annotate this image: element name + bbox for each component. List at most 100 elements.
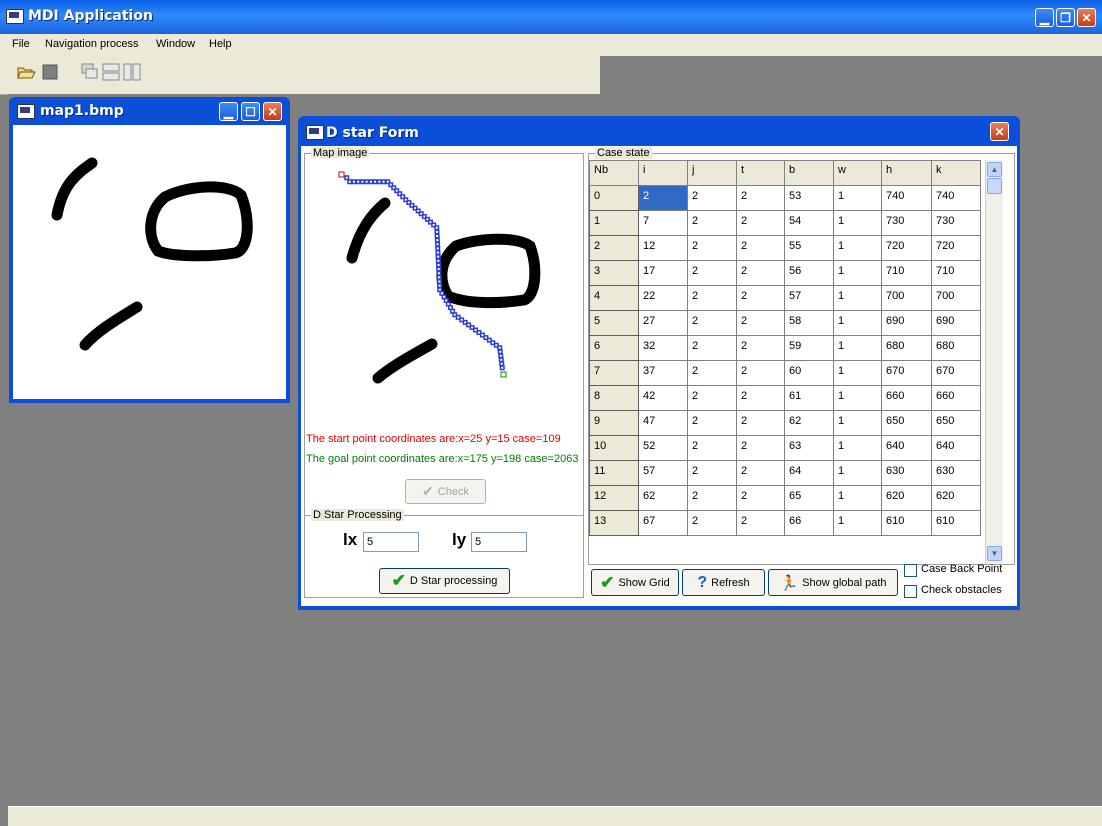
table-row[interactable]: 5 27 2 2 58 1 690 690 <box>589 310 981 336</box>
table-cell[interactable]: 680 <box>881 335 932 361</box>
table-cell[interactable]: 620 <box>931 485 981 511</box>
table-cell[interactable]: 670 <box>881 360 932 386</box>
table-cell[interactable]: 2 <box>687 335 737 361</box>
table-cell[interactable]: 65 <box>784 485 834 511</box>
table-cell[interactable]: 1 <box>833 335 882 361</box>
map-maximize-button[interactable]: ☐ <box>241 102 260 121</box>
row-number-cell[interactable]: 8 <box>589 385 639 411</box>
table-cell[interactable]: 1 <box>833 185 882 211</box>
column-header[interactable]: b <box>784 160 834 186</box>
table-cell[interactable]: 700 <box>881 285 932 311</box>
table-cell[interactable]: 22 <box>638 285 688 311</box>
column-header[interactable]: h <box>881 160 932 186</box>
table-cell[interactable]: 2 <box>687 210 737 236</box>
table-cell[interactable]: 1 <box>833 210 882 236</box>
row-number-cell[interactable]: 10 <box>589 435 639 461</box>
table-cell[interactable]: 650 <box>931 410 981 436</box>
open-folder-icon[interactable] <box>16 62 36 82</box>
table-cell[interactable]: 1 <box>833 385 882 411</box>
scroll-down-button[interactable]: ▼ <box>987 546 1002 561</box>
case-back-point-checkbox[interactable] <box>904 564 917 577</box>
column-header[interactable]: Nb <box>589 160 639 186</box>
table-row[interactable]: 9 47 2 2 62 1 650 650 <box>589 410 981 436</box>
dstar-form-window[interactable]: D star Form ✕ Map image The start point … <box>298 116 1020 610</box>
table-cell[interactable]: 2 <box>736 485 785 511</box>
table-cell[interactable]: 1 <box>833 360 882 386</box>
table-cell[interactable]: 53 <box>784 185 834 211</box>
table-cell[interactable]: 720 <box>931 235 981 261</box>
menu-navigation-process[interactable]: Navigation process <box>45 38 139 50</box>
table-cell[interactable]: 27 <box>638 310 688 336</box>
table-cell[interactable]: 2 <box>638 185 688 211</box>
row-number-cell[interactable]: 5 <box>589 310 639 336</box>
table-cell[interactable]: 64 <box>784 460 834 486</box>
row-number-cell[interactable]: 1 <box>589 210 639 236</box>
table-cell[interactable]: 1 <box>833 260 882 286</box>
table-cell[interactable]: 2 <box>736 260 785 286</box>
table-cell[interactable]: 2 <box>687 485 737 511</box>
table-cell[interactable]: 57 <box>638 460 688 486</box>
scroll-thumb[interactable] <box>987 178 1002 194</box>
table-cell[interactable]: 66 <box>784 510 834 536</box>
close-button[interactable]: ✕ <box>1077 8 1096 27</box>
table-cell[interactable]: 56 <box>784 260 834 286</box>
refresh-button[interactable]: ? Refresh <box>682 569 765 596</box>
lx-input[interactable] <box>363 532 419 552</box>
table-cell[interactable]: 2 <box>736 385 785 411</box>
row-number-cell[interactable]: 4 <box>589 285 639 311</box>
table-cell[interactable]: 720 <box>881 235 932 261</box>
table-cell[interactable]: 1 <box>833 410 882 436</box>
table-cell[interactable]: 640 <box>881 435 932 461</box>
menu-file[interactable]: File <box>12 38 30 50</box>
table-cell[interactable]: 660 <box>931 385 981 411</box>
table-cell[interactable]: 1 <box>833 310 882 336</box>
table-cell[interactable]: 54 <box>784 210 834 236</box>
table-cell[interactable]: 2 <box>736 185 785 211</box>
table-cell[interactable]: 55 <box>784 235 834 261</box>
table-cell[interactable]: 650 <box>881 410 932 436</box>
table-cell[interactable]: 2 <box>687 435 737 461</box>
check-obstacles-checkbox[interactable] <box>904 585 917 598</box>
table-cell[interactable]: 2 <box>736 335 785 361</box>
table-cell[interactable]: 62 <box>638 485 688 511</box>
table-cell[interactable]: 730 <box>931 210 981 236</box>
table-cell[interactable]: 60 <box>784 360 834 386</box>
table-row[interactable]: 7 37 2 2 60 1 670 670 <box>589 360 981 386</box>
column-header[interactable]: k <box>931 160 981 186</box>
table-cell[interactable]: 1 <box>833 235 882 261</box>
table-cell[interactable]: 37 <box>638 360 688 386</box>
row-number-cell[interactable]: 3 <box>589 260 639 286</box>
table-cell[interactable]: 730 <box>881 210 932 236</box>
table-cell[interactable]: 32 <box>638 335 688 361</box>
stop-icon[interactable] <box>40 62 60 82</box>
table-cell[interactable]: 47 <box>638 410 688 436</box>
table-cell[interactable]: 710 <box>881 260 932 286</box>
table-cell[interactable]: 2 <box>736 285 785 311</box>
row-number-cell[interactable]: 12 <box>589 485 639 511</box>
table-cell[interactable]: 2 <box>687 185 737 211</box>
column-header[interactable]: i <box>638 160 688 186</box>
table-row[interactable]: 6 32 2 2 59 1 680 680 <box>589 335 981 361</box>
dstar-close-button[interactable]: ✕ <box>990 122 1009 141</box>
table-cell[interactable]: 2 <box>687 410 737 436</box>
table-cell[interactable]: 2 <box>687 510 737 536</box>
restore-button[interactable]: ❐ <box>1056 8 1075 27</box>
table-row[interactable]: 11 57 2 2 64 1 630 630 <box>589 460 981 486</box>
table-cell[interactable]: 690 <box>931 310 981 336</box>
table-row[interactable]: 1 7 2 2 54 1 730 730 <box>589 210 981 236</box>
table-cell[interactable]: 630 <box>881 460 932 486</box>
table-cell[interactable]: 61 <box>784 385 834 411</box>
table-cell[interactable]: 2 <box>736 435 785 461</box>
tile-vertical-icon[interactable] <box>122 62 142 82</box>
ly-input[interactable] <box>471 532 527 552</box>
table-cell[interactable]: 42 <box>638 385 688 411</box>
table-cell[interactable]: 1 <box>833 460 882 486</box>
table-cell[interactable]: 660 <box>881 385 932 411</box>
table-cell[interactable]: 2 <box>687 360 737 386</box>
column-header[interactable]: j <box>687 160 737 186</box>
table-scrollbar[interactable]: ▲ ▼ <box>985 160 1003 564</box>
table-row[interactable]: 2 12 2 2 55 1 720 720 <box>589 235 981 261</box>
table-row[interactable]: 8 42 2 2 61 1 660 660 <box>589 385 981 411</box>
table-cell[interactable]: 12 <box>638 235 688 261</box>
row-number-cell[interactable]: 7 <box>589 360 639 386</box>
